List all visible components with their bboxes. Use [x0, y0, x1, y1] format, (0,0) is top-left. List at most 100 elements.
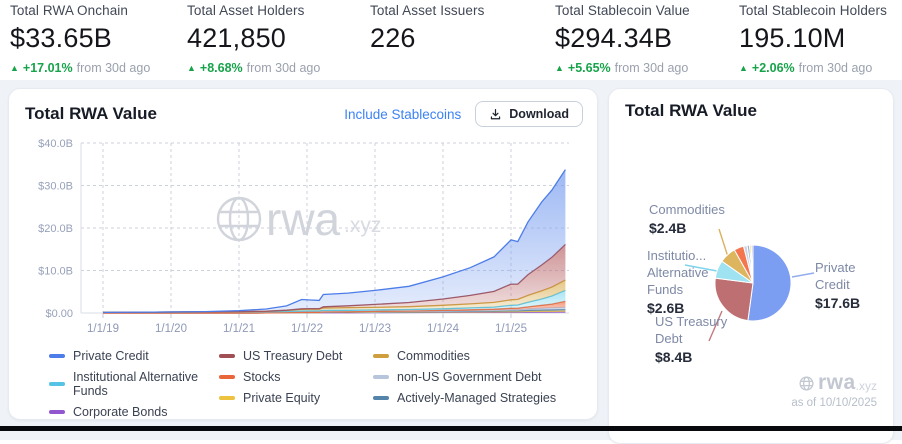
pie-label-name: Debt [655, 331, 683, 346]
include-stablecoins-link[interactable]: Include Stablecoins [344, 107, 461, 122]
legend-item-actively-managed-strategies: Actively-Managed Strategies [373, 391, 556, 405]
svg-text:$10.0B: $10.0B [38, 266, 73, 278]
stat-delta-percent: +17.01% [22, 61, 73, 75]
stat-total-stablecoin-holders: Total Stablecoin Holders 195.10M ▲ +2.06… [739, 3, 887, 80]
stat-delta: ▲ +17.01% from 30d ago [10, 61, 187, 75]
svg-text:1/1/22: 1/1/22 [291, 323, 323, 335]
svg-text:1/1/24: 1/1/24 [427, 323, 460, 335]
legend-swatch [373, 396, 389, 400]
rwa-pie-chart[interactable]: Commodities $2.4B Institutio... Alternat… [609, 201, 893, 381]
legend-item-institutional-alternative-funds: Institutional Alternative Funds [49, 370, 219, 398]
svg-text:1/1/25: 1/1/25 [495, 323, 527, 335]
stat-total-asset-issuers: Total Asset Issuers 226 [370, 3, 555, 80]
window-bottom-edge [0, 426, 902, 431]
legend-swatch [373, 354, 389, 358]
stat-delta: ▲ +8.68% from 30d ago [187, 61, 370, 75]
legend-item-private-credit: Private Credit [49, 349, 219, 363]
stat-value: $294.34B [555, 23, 673, 53]
legend-item-non-us-government-debt: non-US Government Debt [373, 370, 556, 384]
pie-label-name: Alternative [647, 265, 709, 280]
stat-label: Total Asset Holders [187, 3, 305, 18]
legend-swatch [49, 354, 65, 358]
as-of-date: as of 10/10/2025 [791, 397, 877, 409]
pie-label-value: $8.4B [655, 349, 693, 365]
up-arrow-icon: ▲ [739, 63, 748, 73]
legend-swatch [219, 375, 235, 379]
stat-value: 421,850 [187, 23, 286, 53]
pie-label-value: $2.4B [649, 220, 687, 236]
rwa-area-chart[interactable]: rwa .xyz $0.00 $10.0B $20.0B $30.0B $40.0B 1/… [17, 131, 583, 343]
legend-label: non-US Government Debt [397, 370, 542, 384]
stat-delta: ▲ +2.06% from 30d ago [739, 61, 887, 75]
legend-swatch [49, 410, 65, 414]
leader-line-private-credit [791, 272, 815, 278]
stat-delta-period: from 30d ago [614, 61, 689, 75]
download-button-label: Download [509, 107, 569, 121]
download-icon [491, 108, 501, 119]
pie-label-name: Institutio... [647, 248, 707, 263]
pie-slice-private-credit[interactable] [747, 244, 792, 322]
pie-label-commodities: Commodities $2.4B [649, 201, 725, 237]
card-title: Total RWA Value [25, 104, 157, 123]
stat-total-asset-holders: Total Asset Holders 421,850 ▲ +8.68% fro… [187, 3, 370, 80]
stat-label: Total Asset Issuers [370, 3, 485, 18]
watermark-tld: .xyz [855, 379, 877, 393]
stat-delta-period: from 30d ago [76, 61, 151, 75]
watermark-tld: .xyz [344, 214, 381, 237]
stat-delta-period: from 30d ago [246, 61, 321, 75]
legend-swatch [49, 382, 65, 386]
svg-text:1/1/23: 1/1/23 [359, 323, 391, 335]
stat-delta-percent: +8.68% [199, 61, 243, 75]
stat-delta: ▲ +5.65% from 30d ago [555, 61, 739, 75]
download-button[interactable]: Download [475, 101, 583, 127]
stat-label: Total Stablecoin Value [555, 3, 690, 18]
stat-value: 226 [370, 23, 416, 53]
pie-label-institutional-alternative-funds: Institutio... Alternative Funds $2.6B [647, 247, 708, 317]
legend-item-stocks: Stocks [219, 370, 373, 384]
total-rwa-value-chart-card: Total RWA Value Include Stablecoins Down… [8, 88, 598, 420]
up-arrow-icon: ▲ [555, 63, 564, 73]
legend-label: Institutional Alternative Funds [73, 370, 199, 398]
svg-text:1/1/20: 1/1/20 [155, 323, 187, 335]
rwa-logo: rwa .xyz [791, 371, 877, 395]
main-content: Total RWA Value Include Stablecoins Down… [0, 80, 902, 444]
legend-label: Actively-Managed Strategies [397, 391, 557, 405]
legend-item-commodities: Commodities [373, 349, 556, 363]
watermark-name: rwa [817, 371, 856, 394]
legend-item-private-equity: Private Equity [219, 391, 373, 405]
svg-text:1/1/21: 1/1/21 [223, 323, 255, 335]
legend-item-corporate-bonds: Corporate Bonds [49, 405, 219, 419]
stat-label: Total RWA Onchain [10, 3, 129, 18]
stat-total-rwa-onchain: Total RWA Onchain $33.65B ▲ +17.01% from… [10, 3, 187, 80]
pie-label-name: Private Credit [815, 260, 856, 292]
up-arrow-icon: ▲ [187, 63, 196, 73]
pie-label-private-credit: Private Credit $17.6B [815, 259, 893, 312]
rwa-watermark: rwa .xyz [216, 193, 381, 245]
legend-label: Private Equity [243, 391, 321, 405]
stat-delta-period: from 30d ago [798, 61, 873, 75]
watermark-name: rwa [266, 193, 341, 245]
pie-label-name: US Treasury [655, 314, 728, 329]
legend-label: Commodities [397, 349, 470, 363]
svg-text:$0.00: $0.00 [45, 308, 73, 320]
legend-label: Stocks [243, 370, 281, 384]
stat-total-stablecoin-value: Total Stablecoin Value $294.34B ▲ +5.65%… [555, 3, 739, 80]
pie-label-name: Funds [647, 282, 684, 297]
legend-swatch [219, 396, 235, 400]
legend-swatch [219, 354, 235, 358]
total-rwa-value-pie-card: Total RWA Value Commodities $2.4B Instit… [608, 88, 894, 444]
legend-label: Private Credit [73, 349, 149, 363]
globe-icon [799, 375, 814, 391]
chart-legend: Private Credit Institutional Alternative… [9, 343, 597, 419]
svg-text:$20.0B: $20.0B [38, 223, 73, 235]
pie-label-value: $17.6B [815, 295, 861, 311]
stat-delta-percent: +2.06% [751, 61, 795, 75]
svg-text:1/1/19: 1/1/19 [87, 323, 119, 335]
up-arrow-icon: ▲ [10, 63, 19, 73]
pie-label-name: Commodities [649, 202, 725, 217]
legend-label: US Treasury Debt [243, 349, 343, 363]
stats-header: Total RWA Onchain $33.65B ▲ +17.01% from… [0, 0, 902, 80]
svg-text:$30.0B: $30.0B [38, 181, 73, 193]
card-title: Total RWA Value [625, 101, 757, 120]
stat-value: $33.65B [10, 23, 112, 53]
